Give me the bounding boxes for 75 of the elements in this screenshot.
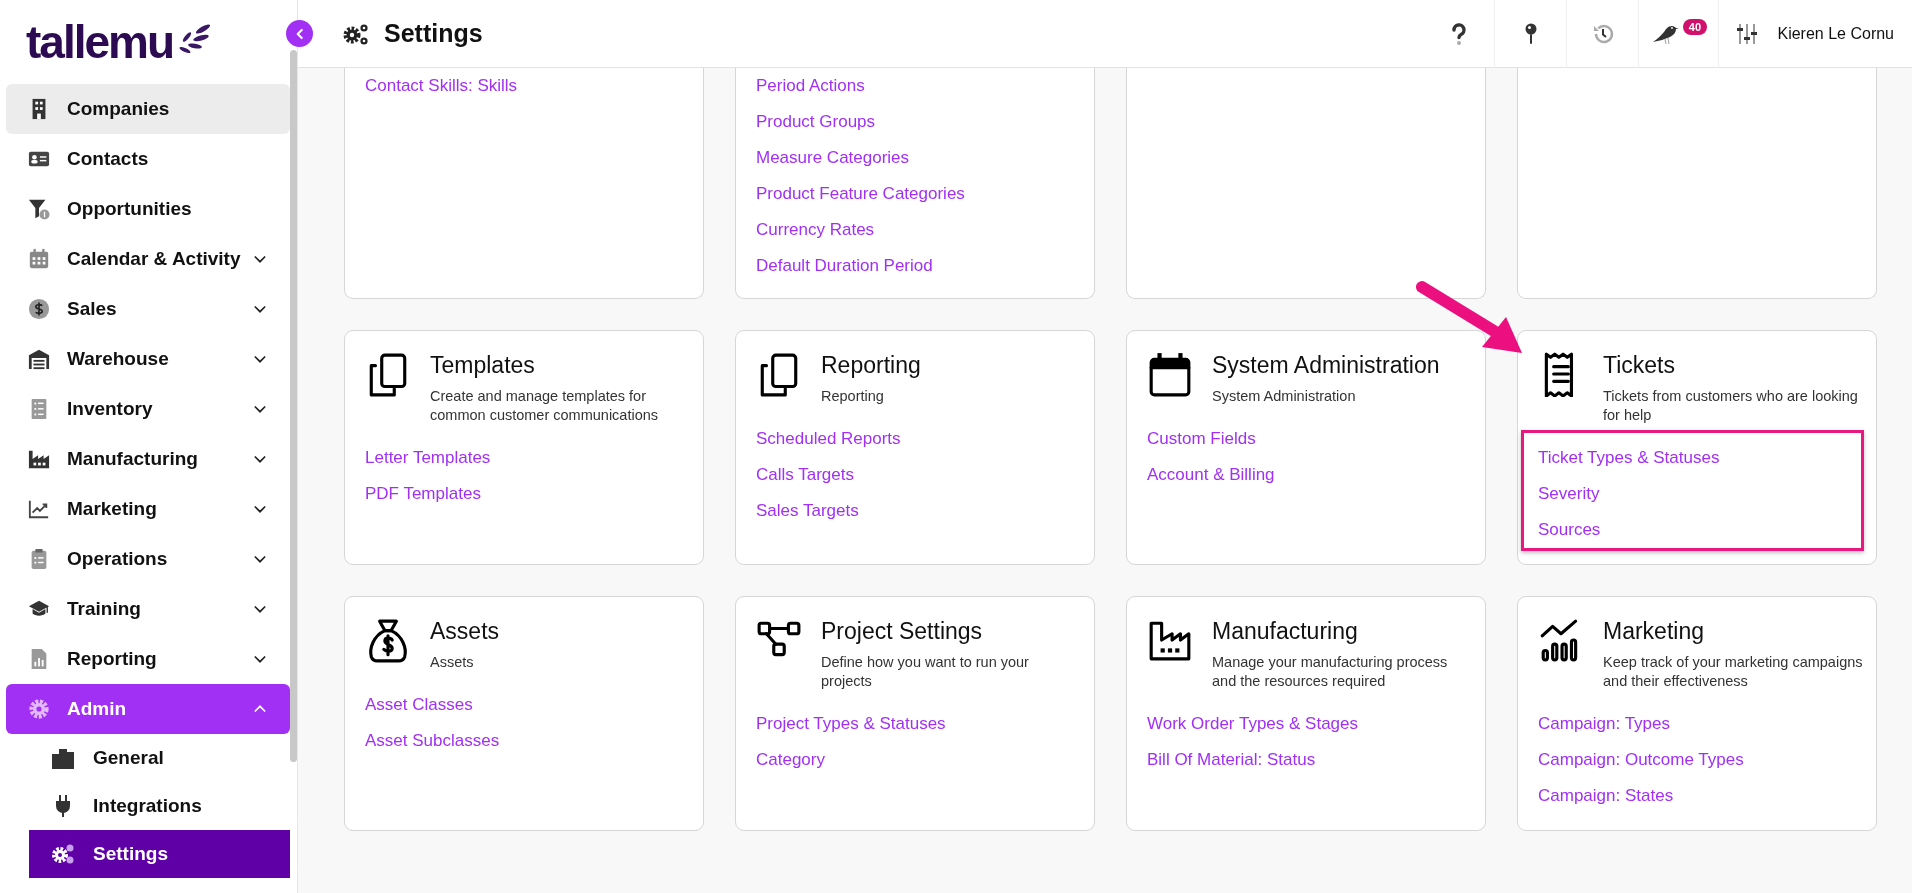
sidebar-item[interactable]: Training [6,584,290,634]
calendar-icon [28,248,50,270]
settings-link[interactable]: Severity [1538,476,1600,512]
chart-icon [28,498,50,520]
settings-link[interactable]: Account & Billing [1147,457,1275,493]
settings-link[interactable]: Period Actions [756,68,865,104]
settings-link[interactable]: Campaign: Types [1538,706,1670,742]
settings-link[interactable]: Custom Fields [1147,421,1256,457]
settings-link[interactable]: Currency Rates [756,212,875,248]
calendar-icon [1147,351,1193,397]
settings-link[interactable]: Work Order Types & Stages [1147,706,1358,742]
settings-link[interactable]: Calls Targets [756,457,854,493]
gears-icon [51,842,75,866]
settings-link[interactable]: Asset Subclasses [365,723,500,759]
settings-link[interactable]: Asset Classes [365,687,473,723]
sliders-icon [1735,21,1760,46]
card-description: Define how you want to run your projects [821,653,1030,691]
card-description: Assets [430,653,475,672]
settings-link[interactable]: Category [756,742,825,778]
card-description: Tickets from customers who are looking for help [1603,387,1859,425]
settings-link[interactable]: Project Types & Statuses [756,706,946,742]
settings-link[interactable]: Measure Categories [756,140,910,176]
card-title: System Administration [1212,351,1440,379]
settings-link[interactable]: Ticket Types & Statuses [1538,440,1720,476]
settings-link[interactable]: PDF Templates [365,476,481,512]
settings-link[interactable]: Bill Of Material: Status [1147,742,1316,778]
notification-badge: 40 [1682,18,1708,35]
settings-link[interactable]: Product Groups [756,104,876,140]
notifications-button[interactable]: 40 [1639,0,1720,68]
card-description: Create and manage templates for common customer communications [430,387,660,425]
sidebar-item[interactable]: Sales [6,284,290,334]
card-description: System Administration [1212,387,1357,406]
sidebar-item[interactable]: Warehouse [6,334,290,384]
settings-link[interactable]: Sales Targets [756,493,859,529]
settings-link[interactable]: Product Feature Categories [756,176,965,212]
sidebar-item[interactable]: Contacts [6,134,290,184]
card-title: Assets [430,617,500,645]
sidebar-item[interactable]: Inventory [6,384,290,434]
card-title: Manufacturing [1212,617,1359,645]
card-description: Keep track of your marketing campaigns and their effectiveness [1603,653,1864,691]
card-description: Manage your manufacturing process and the resources required [1212,653,1449,691]
settings-link[interactable]: Campaign: Outcome Types [1538,742,1744,778]
card-description: Reporting [821,387,885,406]
card-title: Project Settings [821,617,984,645]
dollar-icon [28,298,50,320]
page-title: Settings [384,19,483,48]
sidebar-item[interactable]: Companies [6,84,290,134]
sidebar-subitem[interactable]: Settings [29,830,290,878]
factory-icon [28,448,50,470]
sidebar-item[interactable]: Operations [6,534,290,584]
logo-text: tallemu [26,15,174,69]
gear-icon [28,698,50,720]
scrollbar[interactable] [290,50,297,762]
funnel-icon [28,198,50,220]
sidebar-item[interactable]: Calendar & Activity [6,234,290,284]
sidebar-subitem[interactable]: Integrations [29,782,290,830]
card-title: Templates [430,351,536,379]
settings-link[interactable]: Scheduled Reports [756,421,901,457]
sidebar-subitem[interactable]: General [29,734,290,782]
card-title: Marketing [1603,617,1705,645]
sidebar-item[interactable]: Manufacturing [6,434,290,484]
warehouse-icon [28,348,50,370]
card-title: Reporting [821,351,921,379]
sidebar-item[interactable]: Reporting [6,634,290,684]
sidebar-item[interactable]: Admin [6,684,290,734]
user-menu[interactable]: Kieren Le Cornu [1719,0,1912,68]
settings-icon [342,21,370,46]
card-title: Tickets [1603,351,1676,379]
settings-link[interactable]: Campaign: States [1538,778,1674,814]
settings-link[interactable]: Default Duration Period [756,248,933,284]
settings-link[interactable]: Contact Skills: Skills [365,68,518,104]
settings-link[interactable]: Sources [1538,512,1601,548]
sidebar-item[interactable]: Marketing [6,484,290,534]
sidebar-item[interactable]: Opportunities [6,184,290,234]
settings-link[interactable]: Letter Templates [365,440,491,476]
